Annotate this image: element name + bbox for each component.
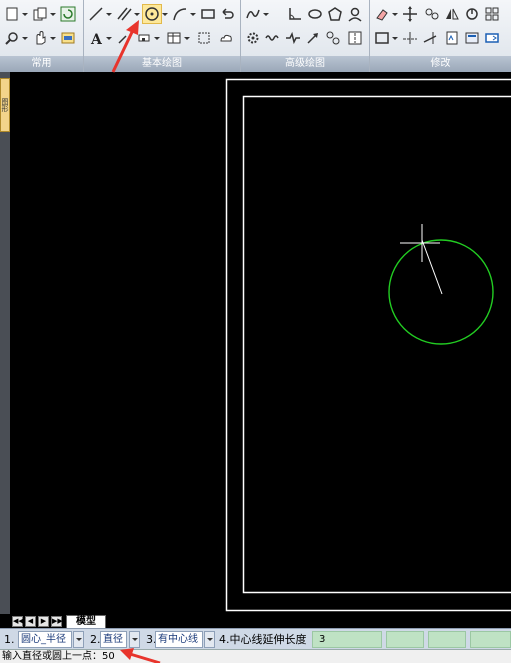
- panel-title-basic-draw: 基本绘图: [84, 56, 240, 72]
- centerline-icon[interactable]: [345, 28, 365, 48]
- cloud-line-icon[interactable]: [216, 28, 236, 48]
- stretch-icon[interactable]: [482, 28, 502, 48]
- undo-curve-icon[interactable]: [218, 4, 238, 24]
- text-dropdown[interactable]: [106, 28, 112, 48]
- circle-tool-icon[interactable]: [142, 4, 162, 24]
- option-5-field[interactable]: [386, 631, 424, 648]
- mirror-icon[interactable]: [442, 4, 462, 24]
- new-file-dropdown[interactable]: [22, 4, 28, 24]
- angle-line-icon[interactable]: [285, 4, 305, 24]
- spline-icon[interactable]: [243, 4, 263, 24]
- tab-model[interactable]: 模型: [66, 615, 106, 628]
- arc-icon[interactable]: [170, 4, 190, 24]
- pan-dropdown[interactable]: [50, 28, 56, 48]
- option-4-label: 4.中心线延伸长度: [219, 633, 307, 646]
- spline-dropdown[interactable]: [263, 4, 269, 24]
- polygon-icon[interactable]: [325, 4, 345, 24]
- copy-object-icon[interactable]: [422, 4, 442, 24]
- fillet-icon[interactable]: [462, 28, 482, 48]
- rubber-band-line: [421, 239, 443, 295]
- last-tab-button[interactable]: ▶▶: [51, 616, 63, 627]
- gear-icon[interactable]: [243, 28, 263, 48]
- break-line-icon[interactable]: [283, 28, 303, 48]
- option-3-dropdown-arrow[interactable]: [204, 631, 215, 648]
- option-4-input[interactable]: 3: [312, 631, 382, 648]
- ellipse-icon[interactable]: [305, 4, 325, 24]
- table-icon[interactable]: [164, 28, 184, 48]
- line-icon[interactable]: [86, 4, 106, 24]
- parallel-line-dropdown[interactable]: [134, 4, 140, 24]
- hole-icon[interactable]: [323, 28, 343, 48]
- circle-dropdown[interactable]: [162, 4, 168, 24]
- rectangle-icon[interactable]: [198, 4, 218, 24]
- layer-icon[interactable]: [58, 28, 78, 48]
- svg-text:A: A: [90, 32, 103, 46]
- eraser-icon[interactable]: [372, 4, 392, 24]
- paper-inner-border: [242, 95, 511, 594]
- option-7-field[interactable]: [470, 631, 511, 648]
- array-icon[interactable]: [482, 4, 502, 24]
- hatch-icon[interactable]: [114, 28, 134, 48]
- region-icon[interactable]: [194, 28, 214, 48]
- option-2-select[interactable]: 直径: [100, 631, 127, 648]
- option-2-label: 2.: [90, 633, 101, 646]
- option-3-select[interactable]: 有中心线: [155, 631, 203, 648]
- panel-basic-draw: A 基本绘图: [84, 0, 241, 72]
- block-icon[interactable]: [134, 28, 154, 48]
- eraser-dropdown[interactable]: [392, 4, 398, 24]
- refresh-icon[interactable]: [58, 4, 78, 24]
- command-line[interactable]: 输入直径或圆上一点：50: [0, 649, 511, 663]
- extend-icon[interactable]: [420, 28, 440, 48]
- text-icon[interactable]: A: [86, 28, 106, 48]
- first-tab-button[interactable]: ◀◀: [12, 616, 24, 627]
- pan-icon[interactable]: [30, 28, 50, 48]
- user-symbol-icon[interactable]: [345, 4, 365, 24]
- panel-title-common: 常用: [0, 56, 83, 72]
- ribbon-toolbar: 常用 A 基本绘图 高级绘图 修改: [0, 0, 511, 72]
- move-icon[interactable]: [400, 4, 420, 24]
- zoom-dropdown[interactable]: [22, 28, 28, 48]
- parallel-line-icon[interactable]: [114, 4, 134, 24]
- command-options-bar: 1. 圆心_半径 2. 直径 3. 有中心线 4.中心线延伸长度 3: [0, 628, 511, 649]
- wave-line-icon[interactable]: [263, 28, 283, 48]
- paper-outer-border: [225, 78, 511, 612]
- trim-icon[interactable]: [400, 28, 420, 48]
- option-1-select[interactable]: 圆心_半径: [18, 631, 72, 648]
- rotate-icon[interactable]: [462, 4, 482, 24]
- line-dropdown[interactable]: [106, 4, 112, 24]
- zoom-icon[interactable]: [2, 28, 22, 48]
- panel-modify: 修改: [370, 0, 511, 72]
- arrow-icon[interactable]: [303, 28, 323, 48]
- left-panel-tab[interactable]: 图形: [0, 78, 10, 132]
- next-tab-button[interactable]: ▶: [38, 616, 49, 627]
- copy-dropdown[interactable]: [50, 4, 56, 24]
- left-panel-strip: [0, 72, 10, 628]
- select-box-dropdown[interactable]: [392, 28, 398, 48]
- table-dropdown[interactable]: [184, 28, 190, 48]
- panel-title-advanced-draw: 高级绘图: [241, 56, 369, 72]
- arc-dropdown[interactable]: [190, 4, 196, 24]
- option-1-dropdown-arrow[interactable]: [73, 631, 84, 648]
- panel-advanced-draw: 高级绘图: [241, 0, 370, 72]
- option-2-dropdown-arrow[interactable]: [129, 631, 140, 648]
- layout-tabs-bar: ◀◀ ◀ ▶ ▶▶ 模型: [0, 614, 511, 628]
- panel-title-modify: 修改: [370, 56, 511, 72]
- option-6-field[interactable]: [428, 631, 466, 648]
- scale-icon[interactable]: [442, 28, 462, 48]
- select-box-icon[interactable]: [372, 28, 392, 48]
- drawing-canvas[interactable]: [10, 72, 511, 618]
- option-1-label: 1.: [4, 633, 15, 646]
- copy-icon[interactable]: [30, 4, 50, 24]
- panel-common: 常用: [0, 0, 84, 72]
- block-dropdown[interactable]: [154, 28, 160, 48]
- new-file-icon[interactable]: [2, 4, 22, 24]
- prev-tab-button[interactable]: ◀: [25, 616, 36, 627]
- crosshair-cursor: [400, 224, 440, 262]
